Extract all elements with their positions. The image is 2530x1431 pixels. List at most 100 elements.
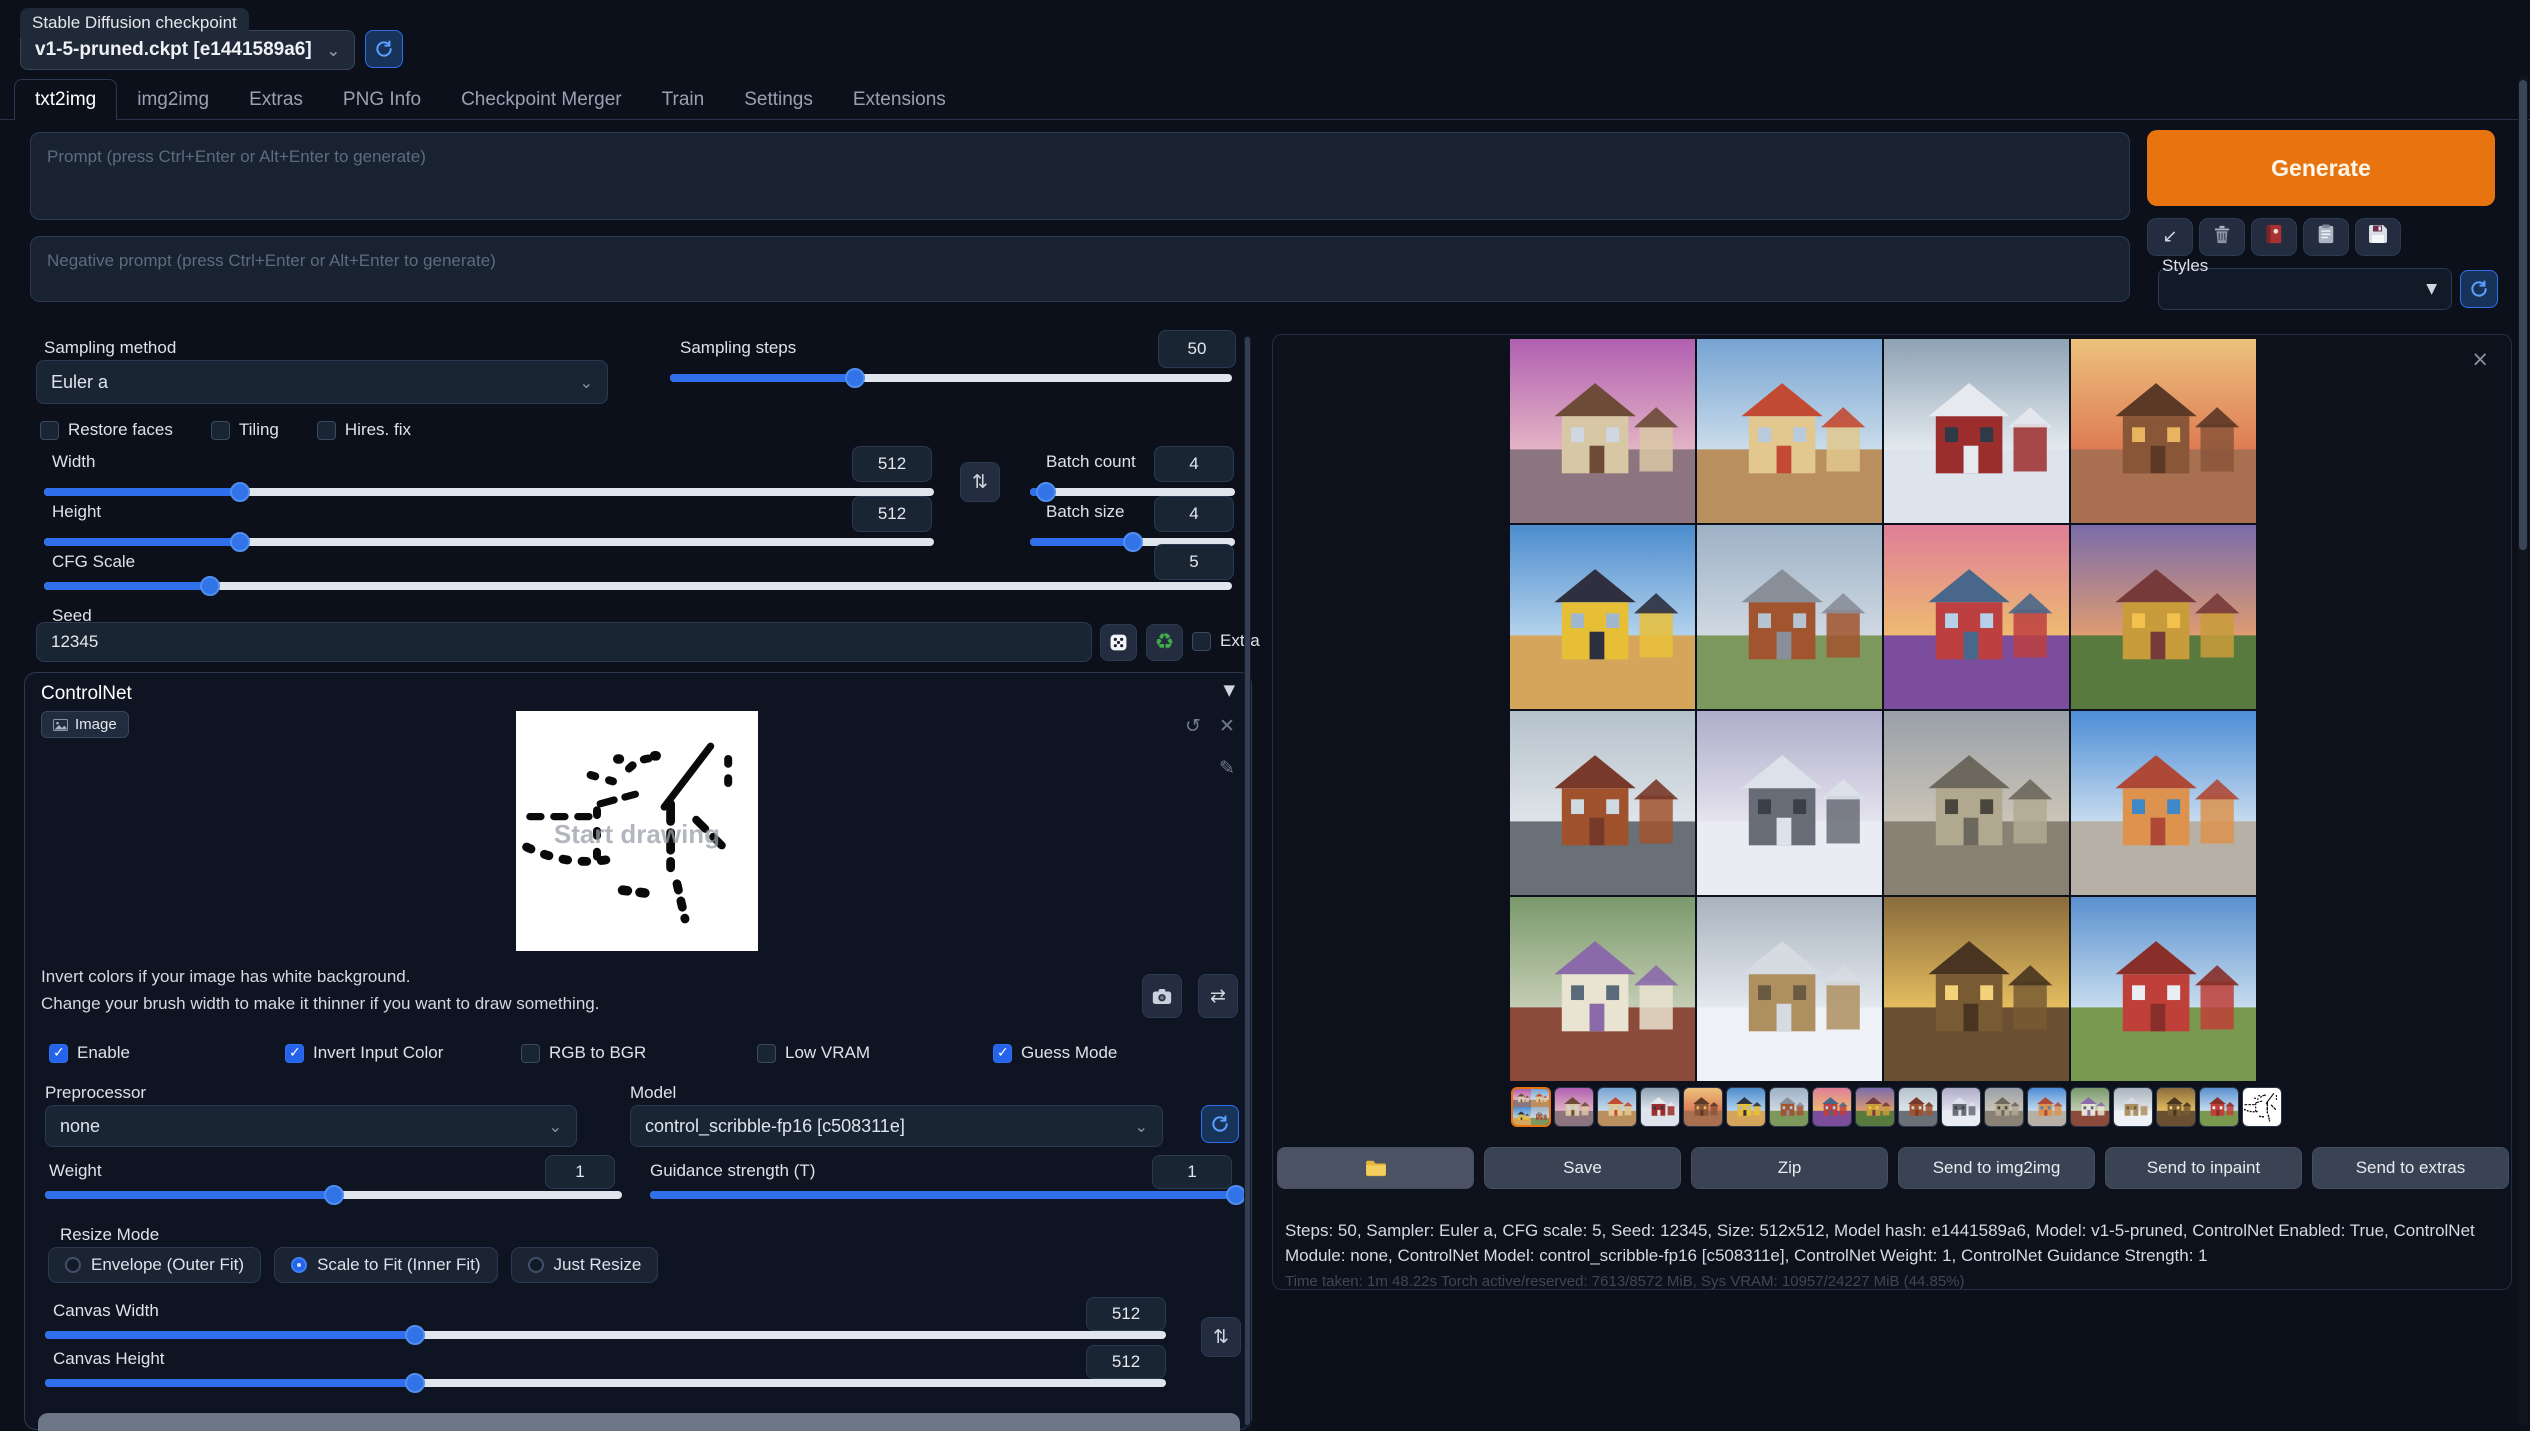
guidance-strength-slider[interactable] (650, 1191, 1236, 1199)
thumbnail-image[interactable] (2199, 1087, 2239, 1127)
tab-png-info[interactable]: PNG Info (323, 80, 441, 120)
thumbnail-grid[interactable] (1511, 1087, 1551, 1127)
open-folder-button[interactable] (1277, 1147, 1474, 1189)
thumbnail-image[interactable] (1597, 1087, 1637, 1127)
cfg-scale-value[interactable]: 5 (1154, 544, 1234, 580)
save-button[interactable]: Save (1484, 1147, 1681, 1189)
gallery-image[interactable] (1884, 711, 2069, 895)
book-button[interactable] (2251, 218, 2297, 256)
close-gallery-icon[interactable]: × (2471, 347, 2489, 371)
random-seed-button[interactable] (1100, 624, 1137, 661)
thumbnail-image[interactable] (2113, 1087, 2153, 1127)
refresh-styles-button[interactable] (2460, 270, 2498, 308)
gallery-image[interactable] (2071, 897, 2256, 1081)
width-value[interactable]: 512 (852, 446, 932, 482)
generate-button[interactable]: Generate (2147, 130, 2495, 206)
page-scrollbar-thumb[interactable] (2519, 80, 2527, 550)
checkbox-tiling[interactable]: Tiling (211, 420, 279, 440)
guidance-strength-value[interactable]: 1 (1152, 1155, 1232, 1189)
thumbnail-image[interactable] (1898, 1087, 1938, 1127)
canvas-width-value[interactable]: 512 (1086, 1297, 1166, 1331)
prompt-input[interactable] (30, 132, 2130, 220)
clipboard-button[interactable] (2303, 218, 2349, 256)
thumbnail-image[interactable] (1554, 1087, 1594, 1127)
create-canvas-bar[interactable] (38, 1413, 1240, 1431)
thumbnail-image[interactable] (2070, 1087, 2110, 1127)
canvas-width-slider[interactable] (45, 1331, 1166, 1339)
weight-slider[interactable] (45, 1191, 622, 1199)
settings-scrollbar-thumb[interactable] (1245, 337, 1250, 1425)
thumbnail-image[interactable] (2156, 1087, 2196, 1127)
tab-txt2img[interactable]: txt2img (14, 79, 117, 121)
controlnet-image-tab[interactable]: Image (41, 711, 129, 738)
checkbox-restore-faces[interactable]: Restore faces (40, 420, 173, 440)
sampling-method-dropdown[interactable]: Euler a ⌄ (36, 360, 608, 404)
gallery-image[interactable] (1510, 339, 1695, 523)
thumbnail-image[interactable] (1855, 1087, 1895, 1127)
gallery-image[interactable] (1510, 525, 1695, 709)
mirror-button[interactable]: ⇄ (1198, 974, 1238, 1018)
settings-scrollbar[interactable] (1244, 335, 1251, 1428)
gallery-image[interactable] (2071, 711, 2256, 895)
zip-button[interactable]: Zip (1691, 1147, 1888, 1189)
page-scrollbar[interactable] (2518, 75, 2528, 1425)
refresh-models-button[interactable] (1201, 1105, 1239, 1143)
tab-extensions[interactable]: Extensions (833, 80, 966, 120)
send-to-img2img-button[interactable]: Send to img2img (1898, 1147, 2095, 1189)
undo-icon[interactable]: ↺ (1185, 715, 1201, 737)
arrow-down-left-button[interactable]: ↙ (2147, 218, 2193, 256)
checkbox-enable[interactable]: Enable (49, 1043, 285, 1063)
tab-train[interactable]: Train (642, 80, 725, 120)
height-slider[interactable] (44, 538, 934, 546)
thumbnail-image[interactable] (1941, 1087, 1981, 1127)
send-to-inpaint-button[interactable]: Send to inpaint (2105, 1147, 2302, 1189)
gallery-image[interactable] (1697, 711, 1882, 895)
refresh-checkpoint-button[interactable] (365, 30, 403, 68)
thumbnail-image[interactable] (1984, 1087, 2024, 1127)
sampling-steps-slider[interactable] (670, 374, 1232, 382)
webcam-button[interactable] (1142, 974, 1182, 1018)
tab-extras[interactable]: Extras (229, 80, 323, 120)
brush-icon[interactable]: ✎ (1219, 757, 1235, 779)
checkbox-invert-input-color[interactable]: Invert Input Color (285, 1043, 521, 1063)
thumbnail-image[interactable] (1640, 1087, 1680, 1127)
canvas-height-slider[interactable] (45, 1379, 1166, 1387)
gallery-image[interactable] (1884, 897, 2069, 1081)
batch-count-slider[interactable] (1030, 488, 1235, 496)
negative-prompt-input[interactable] (30, 236, 2130, 302)
gallery-image[interactable] (1697, 525, 1882, 709)
thumbnail-scribble-map[interactable] (2242, 1087, 2282, 1127)
sampling-steps-value[interactable]: 50 (1158, 330, 1236, 368)
thumbnail-image[interactable] (2027, 1087, 2067, 1127)
trash-button[interactable] (2199, 218, 2245, 256)
checkbox-guess-mode[interactable]: Guess Mode (993, 1043, 1229, 1063)
resize-option-envelope-outer-fit-[interactable]: Envelope (Outer Fit) (48, 1247, 261, 1283)
thumbnail-image[interactable] (1683, 1087, 1723, 1127)
gallery-image[interactable] (2071, 525, 2256, 709)
gallery-image[interactable] (2071, 339, 2256, 523)
gallery-image[interactable] (1510, 711, 1695, 895)
batch-count-value[interactable]: 4 (1154, 446, 1234, 482)
send-to-extras-button[interactable]: Send to extras (2312, 1147, 2509, 1189)
weight-value[interactable]: 1 (545, 1155, 615, 1189)
controlnet-drawing-canvas[interactable]: Start drawing (516, 711, 758, 951)
thumbnail-image[interactable] (1812, 1087, 1852, 1127)
gallery-image[interactable] (1697, 897, 1882, 1081)
seed-input[interactable] (36, 622, 1092, 662)
gallery-image[interactable] (1884, 339, 2069, 523)
swap-width-height-button[interactable]: ⇅ (960, 462, 1000, 502)
checkbox-rgb-to-bgr[interactable]: RGB to BGR (521, 1043, 757, 1063)
preprocessor-dropdown[interactable]: none ⌄ (45, 1105, 577, 1147)
canvas-height-value[interactable]: 512 (1086, 1345, 1166, 1379)
checkbox-low-vram[interactable]: Low VRAM (757, 1043, 993, 1063)
save-button[interactable] (2355, 218, 2401, 256)
reuse-seed-button[interactable]: ♻ (1146, 624, 1183, 661)
gallery-image[interactable] (1510, 897, 1695, 1081)
thumbnail-image[interactable] (1726, 1087, 1766, 1127)
gallery-image[interactable] (1884, 525, 2069, 709)
height-value[interactable]: 512 (852, 496, 932, 532)
swap-canvas-dims-button[interactable]: ⇅ (1201, 1317, 1241, 1357)
model-dropdown[interactable]: control_scribble-fp16 [c508311e] ⌄ (630, 1105, 1163, 1147)
checkbox-hires-fix[interactable]: Hires. fix (317, 420, 411, 440)
thumbnail-image[interactable] (1769, 1087, 1809, 1127)
